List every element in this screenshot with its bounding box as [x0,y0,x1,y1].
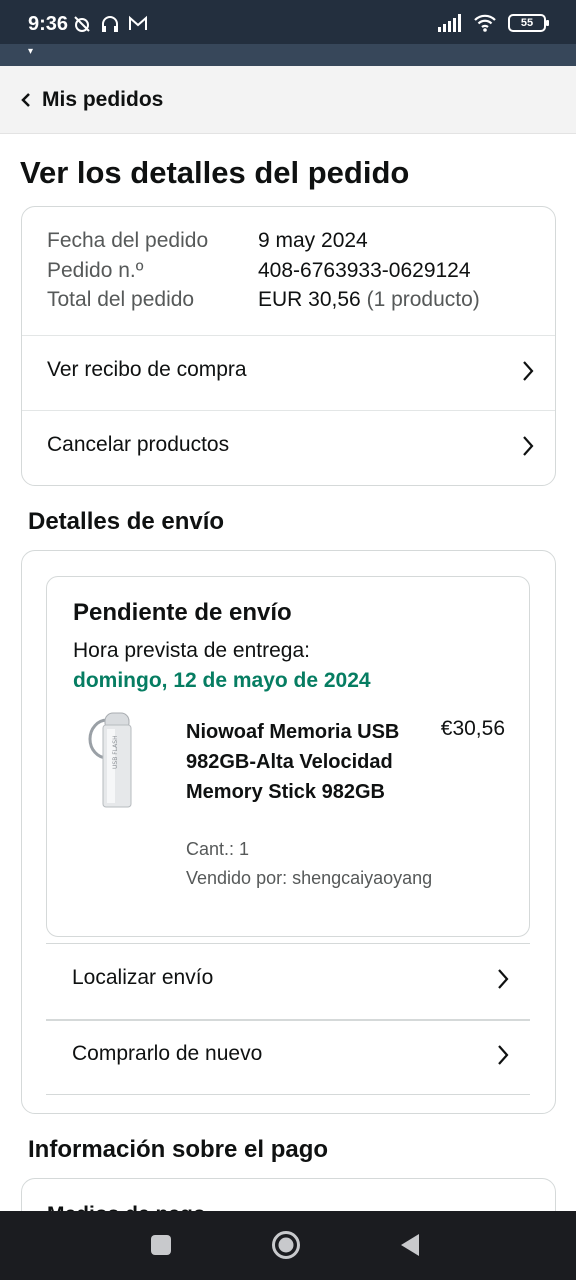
recent-apps-icon[interactable] [145,1229,177,1261]
shipping-card: Pendiente de envío Hora prevista de entr… [21,550,556,1114]
order-date-label: Fecha del pedido [47,229,209,252]
signal-icon [438,14,461,32]
product-quantity: Cant.: 1 [186,839,250,859]
alarm-off-icon [74,16,90,32]
order-date-value: 9 may 2024 [258,229,368,252]
view-receipt-label: Ver recibo de compra [47,358,247,381]
battery-indicator: 55 [508,14,549,32]
view-receipt-link[interactable]: Ver recibo de compra [22,335,555,409]
dropdown-caret-icon: ▾ [28,46,34,57]
header[interactable]: Mis pedidos [0,66,576,134]
shipment-box: Pendiente de envío Hora prevista de entr… [46,576,530,937]
order-total-value: EUR 30,56 (1 producto) [258,288,480,312]
wifi-icon [474,14,496,32]
product-name-link[interactable]: Niowoaf Memoria USB 982GB-Alta Velocidad… [186,717,416,807]
cancel-products-label: Cancelar productos [47,433,230,456]
eta-label: Hora prevista de entrega: [73,639,310,662]
order-item-count: (1 producto) [366,288,480,311]
shipping-section-title: Detalles de envío [28,508,225,535]
status-bar: 9:36 55 [0,0,576,44]
cancel-products-link[interactable]: Cancelar productos [22,410,555,484]
payment-section-title: Información sobre el pago [28,1136,329,1163]
page-title: Ver los detalles del pedido [20,155,410,190]
chevron-left-icon[interactable] [18,90,34,110]
product-price: €30,56 [440,717,505,740]
divider [46,1094,530,1095]
status-time: 9:36 [28,13,69,35]
chevron-right-icon [498,969,509,989]
system-nav-bar [0,1211,576,1280]
home-icon[interactable] [270,1229,302,1261]
buy-again-link[interactable]: Comprarlo de nuevo [46,1019,530,1095]
chevron-right-icon [523,361,534,381]
order-total-amount: EUR 30,56 [258,288,361,311]
product-image[interactable]: USB FLASH [85,707,151,811]
gmail-icon [129,15,147,30]
order-total-label: Total del pedido [47,288,195,311]
track-shipment-label: Localizar envío [72,966,214,989]
chevron-right-icon [523,436,534,456]
shipment-status: Pendiente de envío [73,599,292,626]
order-number-value: 408-6763933-0629124 [258,259,471,282]
buy-again-label: Comprarlo de nuevo [72,1042,263,1065]
location-bar: ▾ [0,44,576,66]
product-seller: Vendido por: shengcaiyaoyang [186,868,433,888]
order-summary-card: Fecha del pedido 9 may 2024 Pedido n.º 4… [21,206,556,486]
chevron-right-icon [498,1045,509,1065]
order-number-label: Pedido n.º [47,259,144,282]
back-link-mis-pedidos[interactable]: Mis pedidos [42,88,163,112]
back-nav-icon[interactable] [395,1229,427,1261]
headphones-icon [102,16,118,32]
svg-text:USB FLASH: USB FLASH [112,735,119,769]
eta-date: domingo, 12 de mayo de 2024 [73,669,371,692]
track-shipment-link[interactable]: Localizar envío [46,943,530,1019]
